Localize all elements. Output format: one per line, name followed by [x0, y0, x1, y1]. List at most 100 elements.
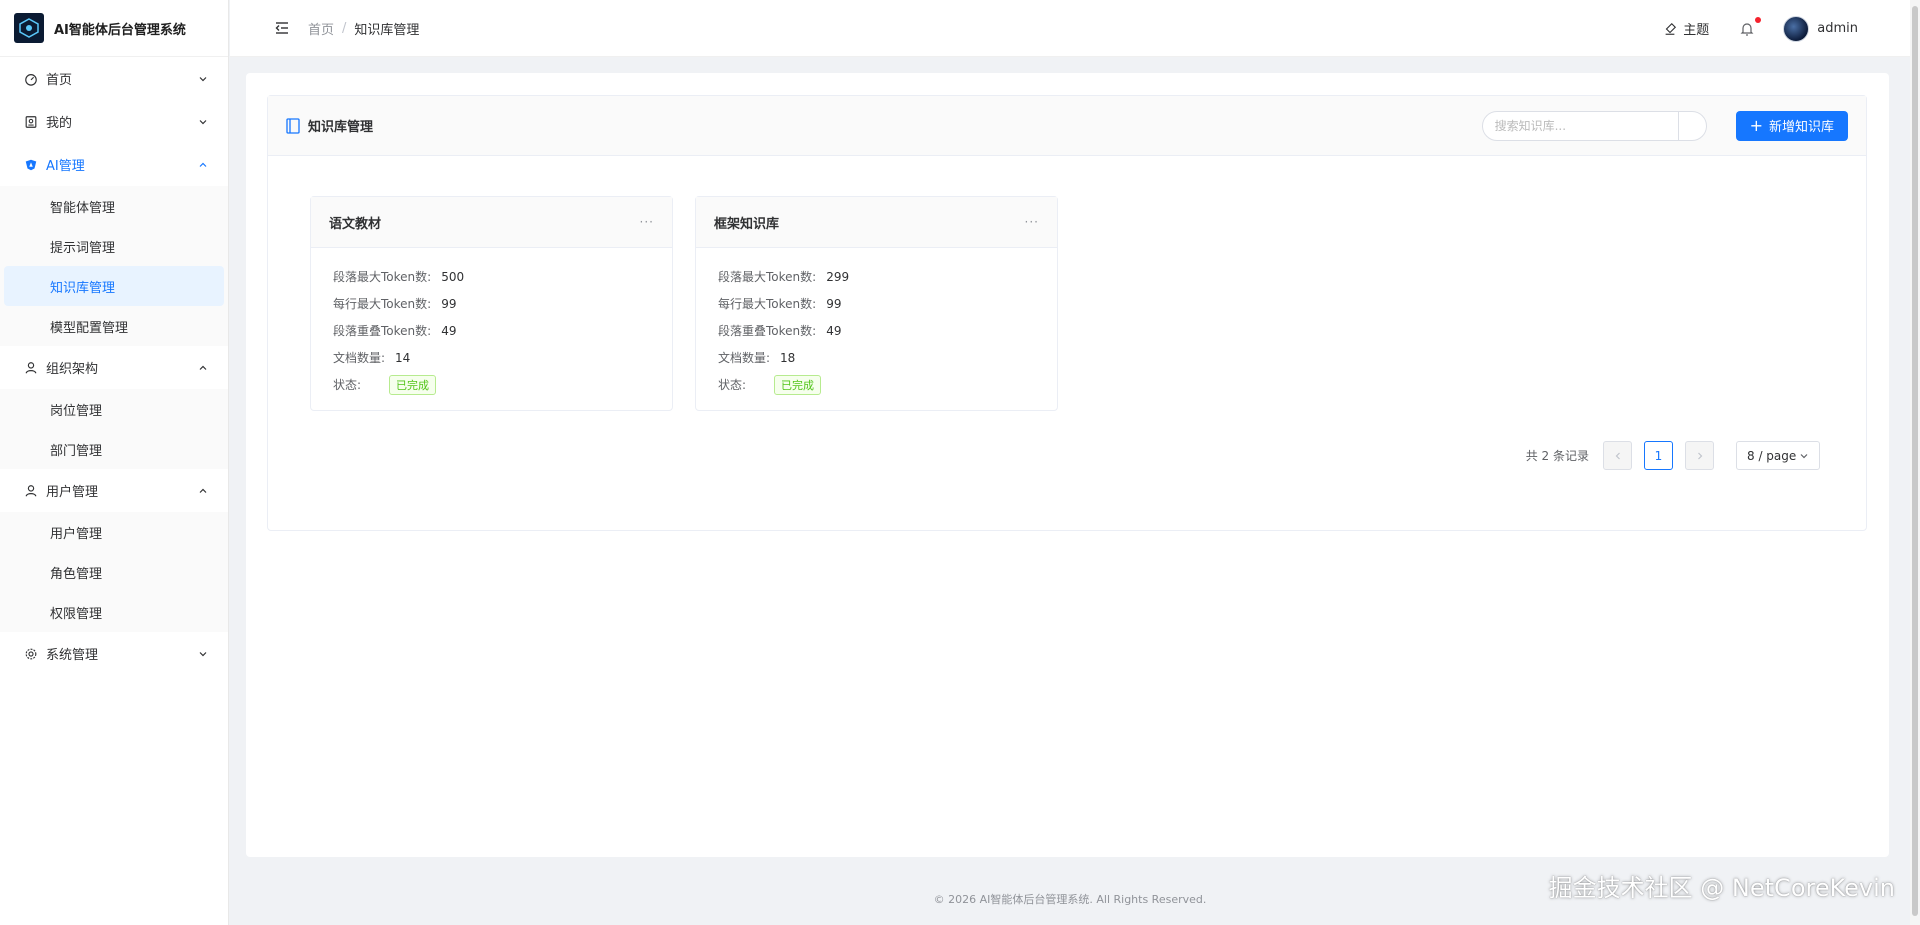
row-value: 49 — [826, 323, 842, 338]
pagination: 共 2 条记录 1 8 / page — [1526, 441, 1820, 470]
plus-icon: + — [1749, 115, 1763, 135]
breadcrumb: 首页 / 知识库管理 — [308, 19, 419, 38]
card-title: 框架知识库 — [714, 216, 780, 232]
sidebar-item-home[interactable]: 首页 — [0, 57, 228, 100]
chevron-left-icon — [1615, 452, 1620, 459]
sidebar-item-ai[interactable]: AI管理 — [0, 143, 228, 186]
breadcrumb-current: 知识库管理 — [354, 22, 420, 38]
menu-collapse-icon[interactable] — [274, 19, 292, 37]
sidebar-item-label: 我的 — [46, 116, 73, 131]
row-value: 14 — [395, 350, 411, 365]
add-button-label: 新增知识库 — [1768, 120, 1834, 135]
card-row: 段落重叠Token数: 49 — [718, 317, 1035, 344]
settings-icon — [24, 647, 38, 661]
sidebar-item-permissions[interactable]: 权限管理 — [4, 592, 224, 632]
search-button[interactable] — [1677, 111, 1706, 140]
sidebar-item-roles[interactable]: 角色管理 — [4, 552, 224, 592]
panel-title-text: 知识库管理 — [308, 120, 374, 135]
card-list: 语文教材 ··· 段落最大Token数: 500 每行最大Token数: 99 段落… — [310, 196, 1080, 411]
logo-icon — [14, 13, 44, 43]
book-icon — [286, 117, 300, 134]
main-content: 知识库管理 + 新增知识库 语文教材 ··· 段落最 — [246, 73, 1889, 857]
user-menu[interactable]: admin — [1783, 15, 1858, 42]
chevron-up-icon — [198, 160, 208, 170]
card-row: 文档数量: 18 — [718, 344, 1035, 371]
ai-icon — [24, 158, 38, 172]
card-body: 段落最大Token数: 299 每行最大Token数: 99 段落重叠Token数:… — [696, 248, 1057, 398]
org-icon — [24, 361, 38, 375]
theme-label: 主题 — [1683, 23, 1710, 38]
total-count: 共 2 条记录 — [1525, 449, 1589, 463]
logo-bar[interactable]: AI智能体后台管理系统 — [0, 0, 228, 57]
row-label: 文档数量: — [333, 351, 386, 365]
card-body: 段落最大Token数: 500 每行最大Token数: 99 段落重叠Token数:… — [311, 248, 672, 398]
prev-page-button[interactable] — [1603, 441, 1632, 470]
row-value: 99 — [441, 296, 457, 311]
next-page-button[interactable] — [1685, 441, 1714, 470]
sidebar-item-mine[interactable]: 我的 — [0, 100, 228, 143]
knowledge-base-card[interactable]: 语文教材 ··· 段落最大Token数: 500 每行最大Token数: 99 段落… — [310, 196, 673, 411]
chevron-down-icon — [198, 74, 208, 84]
row-label: 段落重叠Token数: — [333, 324, 432, 338]
header-actions: 主题 admin — [1663, 0, 1858, 57]
page-size-select[interactable]: 8 / page — [1736, 441, 1820, 470]
sidebar-menu: 首页 我的 AI管理 智能体管理 提示词管理 知识库管理 模型配置管理 组织架构… — [0, 57, 228, 675]
row-value: 18 — [780, 350, 796, 365]
search-box — [1481, 110, 1707, 141]
sidebar-item-post[interactable]: 岗位管理 — [4, 389, 224, 429]
chevron-up-icon — [198, 486, 208, 496]
top-header: 首页 / 知识库管理 主题 admin — [230, 0, 1920, 57]
knowledge-base-card[interactable]: 框架知识库 ··· 段落最大Token数: 299 每行最大Token数: 99 段… — [695, 196, 1058, 411]
sidebar-item-label: 组织架构 — [46, 362, 99, 377]
search-input[interactable] — [1482, 111, 1678, 140]
breadcrumb-separator: / — [342, 20, 347, 36]
card-row: 状态: 已完成 — [333, 371, 650, 398]
status-label: 状态: — [718, 378, 747, 392]
sidebar-item-knowledge[interactable]: 知识库管理 — [4, 266, 224, 306]
row-value: 49 — [441, 323, 457, 338]
row-value: 500 — [441, 269, 465, 284]
username: admin — [1817, 21, 1858, 36]
avatar — [1783, 15, 1810, 42]
chevron-up-icon — [198, 363, 208, 373]
row-label: 段落最大Token数: — [333, 270, 432, 284]
theme-button[interactable]: 主题 — [1663, 19, 1709, 38]
sidebar-item-label: 用户管理 — [46, 485, 99, 500]
row-value: 99 — [826, 296, 842, 311]
sidebar-item-users[interactable]: 用户管理 — [4, 512, 224, 552]
more-options-icon[interactable]: ··· — [640, 215, 654, 229]
panel-title: 知识库管理 — [286, 116, 373, 135]
page-scrollbar[interactable] — [1910, 0, 1920, 925]
dashboard-icon — [24, 72, 38, 86]
profile-icon — [24, 115, 38, 129]
status-label: 状态: — [333, 378, 362, 392]
sidebar-item-prompt[interactable]: 提示词管理 — [4, 226, 224, 266]
knowledge-base-panel: 知识库管理 + 新增知识库 语文教材 ··· 段落最 — [267, 95, 1867, 531]
page-number-button[interactable]: 1 — [1644, 441, 1673, 470]
sidebar-item-dept[interactable]: 部门管理 — [4, 429, 224, 469]
sidebar-item-user-mgmt[interactable]: 用户管理 — [0, 469, 228, 512]
card-title: 语文教材 — [329, 216, 382, 232]
card-row: 段落最大Token数: 500 — [333, 263, 650, 290]
sidebar-item-system[interactable]: 系统管理 — [0, 632, 228, 675]
more-options-icon[interactable]: ··· — [1025, 215, 1039, 229]
add-knowledge-base-button[interactable]: + 新增知识库 — [1735, 110, 1848, 141]
card-row: 段落重叠Token数: 49 — [333, 317, 650, 344]
page-size-value: 8 / page — [1747, 448, 1797, 463]
status-badge: 已完成 — [389, 374, 437, 395]
app-title: AI智能体后台管理系统 — [54, 22, 186, 38]
sidebar-item-model-config[interactable]: 模型配置管理 — [4, 306, 224, 346]
card-row: 状态: 已完成 — [718, 371, 1035, 398]
panel-actions: + 新增知识库 — [1481, 110, 1848, 141]
user-icon — [24, 484, 38, 498]
sidebar-item-org[interactable]: 组织架构 — [0, 346, 228, 389]
card-header: 框架知识库 ··· — [696, 197, 1057, 248]
sidebar-item-agent[interactable]: 智能体管理 — [4, 186, 224, 226]
submenu-ai: 智能体管理 提示词管理 知识库管理 模型配置管理 — [0, 186, 228, 346]
sidebar-item-label: 首页 — [46, 73, 73, 88]
scrollbar-thumb[interactable] — [1912, 6, 1918, 916]
brush-icon — [1665, 22, 1677, 35]
notification-bell-icon[interactable] — [1739, 16, 1762, 38]
breadcrumb-home[interactable]: 首页 — [308, 19, 334, 38]
submenu-user: 用户管理 角色管理 权限管理 — [0, 512, 228, 632]
